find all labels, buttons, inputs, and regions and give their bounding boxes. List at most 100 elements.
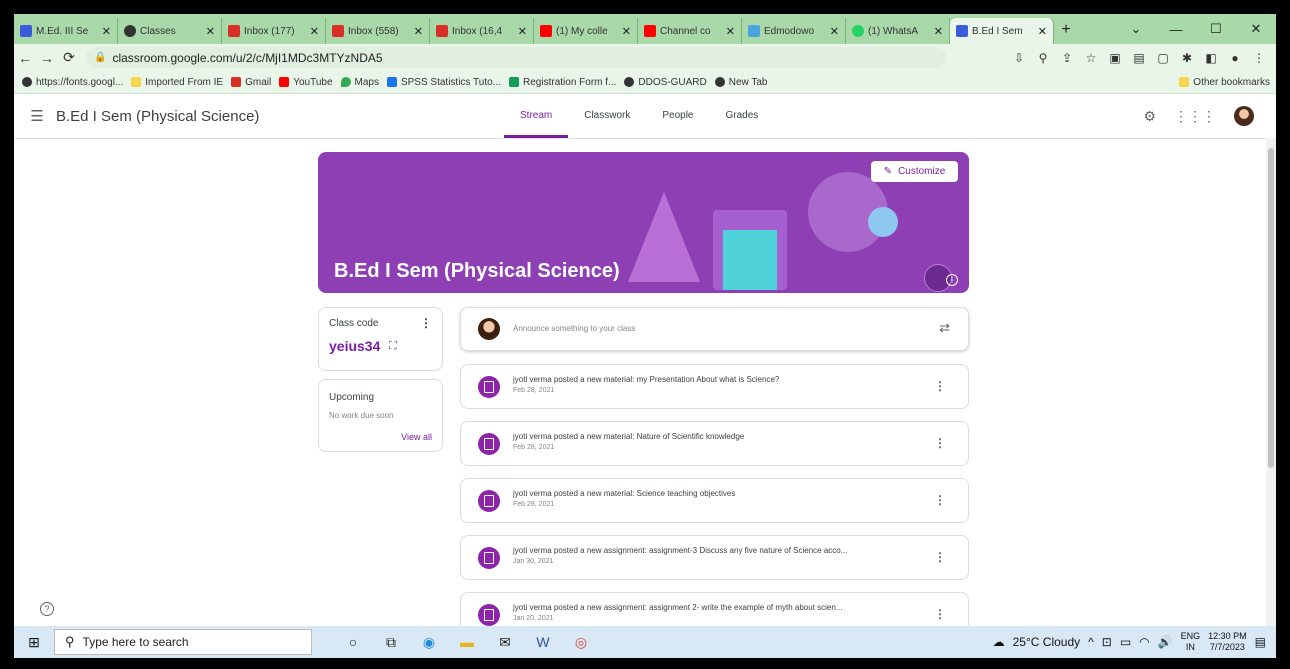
announce-placeholder[interactable]: Announce something to your class bbox=[513, 324, 635, 333]
close-icon[interactable]: ✕ bbox=[310, 25, 319, 38]
more-options-icon[interactable]: ⋮ bbox=[934, 550, 946, 564]
new-tab-button[interactable]: + bbox=[1054, 18, 1078, 44]
close-icon[interactable]: ✕ bbox=[102, 25, 111, 38]
mail-icon[interactable]: ✉ bbox=[488, 634, 522, 651]
zoom-icon[interactable]: ⚲ bbox=[1034, 51, 1052, 65]
bookmark-item[interactable]: Maps bbox=[340, 77, 379, 88]
view-all-link[interactable]: View all bbox=[401, 432, 432, 442]
notification-icon[interactable]: ▤ bbox=[1255, 635, 1266, 649]
bookmark-item[interactable]: Registration Form f... bbox=[509, 77, 616, 88]
weather-icon[interactable]: ☁ bbox=[993, 635, 1005, 649]
network-icon[interactable]: ⊡ bbox=[1102, 635, 1112, 649]
more-options-icon[interactable]: ⋮ bbox=[934, 379, 946, 393]
repost-icon[interactable]: ⇄ bbox=[939, 320, 950, 336]
weather-text[interactable]: 25°C Cloudy bbox=[1013, 635, 1081, 649]
bookmark-item[interactable]: New Tab bbox=[714, 77, 767, 88]
puzzle-icon[interactable]: ✱ bbox=[1178, 51, 1196, 65]
customize-button[interactable]: ✎ Customize bbox=[871, 161, 958, 182]
word-icon[interactable]: W bbox=[526, 634, 560, 650]
chevron-up-icon[interactable]: ^ bbox=[1088, 635, 1094, 649]
close-icon[interactable]: ✕ bbox=[518, 25, 527, 38]
extension-icon[interactable]: ▢ bbox=[1154, 51, 1172, 65]
browser-tab[interactable]: (1) My colle ✕ bbox=[534, 18, 638, 44]
stream-post[interactable]: jyoti verma posted a new material: Scien… bbox=[460, 478, 969, 523]
bookmark-item[interactable]: Imported From IE bbox=[131, 77, 223, 88]
tab-people[interactable]: People bbox=[646, 94, 709, 138]
tab-grades[interactable]: Grades bbox=[710, 94, 775, 138]
cortana-icon[interactable]: ○ bbox=[336, 634, 370, 650]
install-icon[interactable]: ⇩ bbox=[1010, 51, 1028, 65]
browser-tab[interactable]: Inbox (177) ✕ bbox=[222, 18, 326, 44]
close-icon[interactable]: ✕ bbox=[934, 25, 943, 38]
flask-illustration bbox=[868, 207, 898, 237]
close-icon[interactable]: ✕ bbox=[622, 25, 631, 38]
sidepanel-icon[interactable]: ◧ bbox=[1202, 51, 1220, 65]
more-options-icon[interactable]: ⋮ bbox=[934, 436, 946, 450]
announce-box[interactable]: Announce something to your class ⇄ bbox=[460, 307, 969, 351]
profile-icon[interactable]: ● bbox=[1226, 51, 1244, 65]
bookmark-item[interactable]: https://fonts.googl... bbox=[22, 77, 123, 88]
menu-icon[interactable]: ⋮ bbox=[1250, 51, 1268, 65]
bookmark-item[interactable]: DDOS-GUARD bbox=[624, 77, 707, 88]
stream-post[interactable]: jyoti verma posted a new assignment: ass… bbox=[460, 535, 969, 580]
tab-classwork[interactable]: Classwork bbox=[568, 94, 646, 138]
chrome-icon[interactable]: ◎ bbox=[564, 634, 598, 651]
fullscreen-icon[interactable]: ⛶ bbox=[389, 340, 397, 353]
close-icon[interactable]: ✕ bbox=[726, 25, 735, 38]
share-icon[interactable]: ⇪ bbox=[1058, 51, 1076, 65]
minimize-button[interactable]: — bbox=[1156, 22, 1196, 37]
browser-tab[interactable]: Edmodowo ✕ bbox=[742, 18, 846, 44]
close-icon[interactable]: ✕ bbox=[830, 25, 839, 38]
url-input[interactable]: 🔒 classroom.google.com/u/2/c/MjI1MDc3MTY… bbox=[86, 47, 946, 68]
forward-icon[interactable]: → bbox=[36, 50, 58, 66]
edge-icon[interactable]: ◉ bbox=[412, 634, 446, 651]
browser-tab[interactable]: Channel co ✕ bbox=[638, 18, 742, 44]
close-icon[interactable]: ✕ bbox=[1038, 25, 1047, 38]
browser-tab[interactable]: Inbox (558) ✕ bbox=[326, 18, 430, 44]
volume-icon[interactable]: 🔊 bbox=[1158, 635, 1173, 649]
back-icon[interactable]: ← bbox=[14, 50, 36, 66]
bookmark-item[interactable]: SPSS Statistics Tuto... bbox=[386, 77, 501, 88]
class-title[interactable]: B.Ed I Sem (Physical Science) bbox=[56, 108, 259, 125]
close-icon[interactable]: ✕ bbox=[414, 25, 423, 38]
tab-stream[interactable]: Stream bbox=[504, 94, 569, 138]
stream-post[interactable]: jyoti verma posted a new material: Natur… bbox=[460, 421, 969, 466]
browser-tab[interactable]: Classes ✕ bbox=[118, 18, 222, 44]
scrollbar[interactable] bbox=[1266, 138, 1276, 626]
help-icon[interactable]: ? bbox=[40, 602, 54, 616]
file-explorer-icon[interactable]: ▬ bbox=[450, 634, 484, 650]
bookmark-item[interactable]: Gmail bbox=[231, 77, 271, 88]
extension-icon[interactable]: ▤ bbox=[1130, 51, 1148, 65]
tab-favicon-icon bbox=[20, 25, 32, 37]
reload-icon[interactable]: ⟳ bbox=[58, 49, 80, 66]
taskbar-search-input[interactable]: ⚲ Type here to search bbox=[54, 629, 312, 655]
hamburger-menu-icon[interactable]: ☰ bbox=[22, 107, 52, 125]
close-icon[interactable]: ✕ bbox=[206, 25, 215, 38]
tab-search-icon[interactable]: ⌄ bbox=[1116, 21, 1156, 37]
browser-tab-active[interactable]: B.Ed I Sem ✕ bbox=[950, 18, 1054, 44]
window-close-button[interactable]: ✕ bbox=[1236, 21, 1276, 37]
avatar[interactable] bbox=[1234, 106, 1254, 126]
windows-start-icon[interactable]: ⊞ bbox=[14, 634, 54, 651]
browser-tab[interactable]: (1) WhatsA ✕ bbox=[846, 18, 950, 44]
maximize-button[interactable]: ☐ bbox=[1196, 21, 1236, 37]
bookmark-item[interactable]: YouTube bbox=[279, 77, 333, 88]
more-options-icon[interactable]: ⋮ bbox=[934, 607, 946, 621]
apps-grid-icon[interactable]: ⋮⋮⋮ bbox=[1174, 108, 1216, 125]
gear-icon[interactable]: ⚙ bbox=[1143, 108, 1156, 125]
clock[interactable]: 12:30 PM 7/7/2023 bbox=[1208, 631, 1247, 653]
more-options-icon[interactable]: ⋮ bbox=[420, 316, 432, 330]
browser-tab[interactable]: Inbox (16,4 ✕ bbox=[430, 18, 534, 44]
battery-icon[interactable]: ▭ bbox=[1120, 635, 1131, 649]
other-bookmarks[interactable]: Other bookmarks bbox=[1179, 77, 1270, 88]
info-icon[interactable]: i bbox=[946, 274, 958, 286]
browser-tab[interactable]: M.Ed. III Se ✕ bbox=[14, 18, 118, 44]
star-icon[interactable]: ☆ bbox=[1082, 51, 1100, 65]
language-indicator[interactable]: ENG IN bbox=[1181, 631, 1201, 653]
extension-icon[interactable]: ▣ bbox=[1106, 51, 1124, 65]
scrollbar-thumb[interactable] bbox=[1268, 148, 1274, 468]
stream-post[interactable]: jyoti verma posted a new material: my Pr… bbox=[460, 364, 969, 409]
more-options-icon[interactable]: ⋮ bbox=[934, 493, 946, 507]
wifi-icon[interactable]: ◠ bbox=[1139, 635, 1149, 649]
task-view-icon[interactable]: ⧉ bbox=[374, 634, 408, 651]
